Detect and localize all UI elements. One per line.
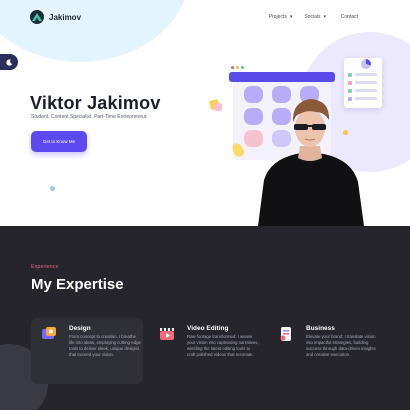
expertise-title: Design — [69, 325, 91, 332]
nav-item-projects[interactable]: Projects ▾ — [269, 14, 293, 20]
expertise-description: Elevate your brand: I translate vision i… — [306, 334, 376, 357]
nav-item-contact[interactable]: Contact — [341, 14, 358, 20]
expertise-card-business[interactable]: Business Elevate your brand: I translate… — [268, 318, 380, 384]
nav-links: Projects ▾ Socials ▾ — [269, 14, 326, 20]
expertise-section: Experience My Expertise Design From conc… — [0, 226, 410, 410]
decorative-shape — [213, 102, 223, 112]
decorative-dot — [50, 186, 55, 191]
logo-icon — [30, 10, 44, 24]
section-title: My Expertise — [31, 276, 124, 293]
illustration-header-bar — [229, 72, 335, 82]
expertise-description: Raw footage transformed: I weave your vi… — [187, 334, 259, 357]
expertise-description: From concept to creation, I breathe life… — [69, 334, 141, 357]
video-icon — [160, 328, 174, 340]
hero-name: Viktor Jakimov — [30, 93, 161, 113]
window-dots — [231, 66, 244, 69]
expertise-card-design[interactable]: Design From concept to creation, I breat… — [31, 318, 143, 384]
design-icon — [42, 327, 56, 339]
brand-name: Jakimov — [49, 12, 82, 22]
nav-item-label: Projects — [268, 14, 287, 20]
hero-subtitle: Student, Content Specialist, Part-Time E… — [31, 114, 148, 120]
hero-section: Jakimov Projects ▾ Socials ▾ Contact Vik… — [0, 0, 410, 226]
chevron-down-icon: ▾ — [289, 14, 293, 20]
pie-chart-icon — [361, 59, 371, 69]
expertise-card-video-editing[interactable]: Video Editing Raw footage transformed: I… — [149, 318, 261, 384]
business-icon — [280, 327, 291, 341]
expertise-title: Business — [306, 325, 335, 332]
profile-photo — [258, 99, 364, 226]
nav-item-label: Socials — [304, 14, 321, 20]
brand-logo[interactable]: Jakimov — [30, 10, 81, 24]
theme-toggle[interactable] — [0, 54, 18, 70]
chevron-down-icon: ▾ — [323, 14, 326, 20]
get-to-know-me-button[interactable]: Get to Know Me — [31, 131, 87, 152]
section-eyebrow: Experience — [31, 264, 59, 270]
nav-item-socials[interactable]: Socials ▾ — [304, 14, 326, 20]
moon-icon — [5, 58, 12, 66]
expertise-title: Video Editing — [187, 325, 229, 332]
navbar: Jakimov Projects ▾ Socials ▾ Contact — [0, 0, 410, 34]
